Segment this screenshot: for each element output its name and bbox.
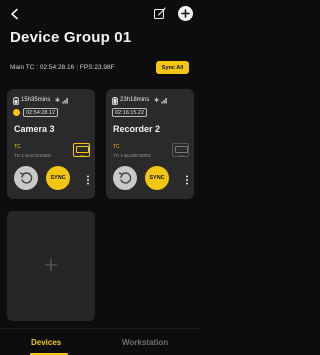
monitor-icon xyxy=(175,146,188,153)
device-card-recorder-2[interactable]: 23h18mins ✱ 02:16:15.22 Recorder 2 TC TC… xyxy=(106,89,194,199)
sync-button[interactable]: SYNC xyxy=(46,166,70,190)
main-timecode-row: Main TC : 02:54:28.16 | FPS:23.98F xyxy=(10,64,115,71)
tc-label: TC xyxy=(113,144,120,150)
timecode-source-icon xyxy=(13,109,20,116)
plus-icon xyxy=(44,258,58,272)
device-name: Recorder 2 xyxy=(113,124,161,134)
monitor-toggle[interactable]: NDI xyxy=(73,143,90,158)
reset-button[interactable] xyxy=(113,166,137,190)
battery-time: 23h18mins xyxy=(120,97,150,103)
device-serial: TC-1 Box/BC90ED xyxy=(113,153,151,158)
battery-icon xyxy=(13,97,19,105)
bluetooth-icon: ✱ xyxy=(55,98,61,104)
device-serial: TC-1 Box/3C60ED xyxy=(14,153,52,158)
battery-time: 15h35mins xyxy=(21,97,51,103)
bottom-tab-bar: Devices Workstation xyxy=(0,328,200,355)
add-button[interactable] xyxy=(178,6,193,21)
device-name: Camera 3 xyxy=(14,124,55,134)
tc-label: TC xyxy=(14,144,21,150)
signal-icon xyxy=(62,98,68,104)
device-timecode: 02:16:15.22 xyxy=(112,108,148,117)
bluetooth-icon: ✱ xyxy=(154,98,160,104)
tab-devices[interactable]: Devices xyxy=(31,338,61,347)
reset-button[interactable] xyxy=(14,166,38,190)
tab-workstation[interactable]: Workstation xyxy=(122,338,168,347)
reset-icon xyxy=(118,172,132,184)
fps-value: 23.98F xyxy=(94,64,115,71)
monitor-label: NDI xyxy=(178,154,185,158)
sync-button[interactable]: SYNC xyxy=(145,166,169,190)
main-tc-label: Main TC xyxy=(10,64,35,71)
device-card-camera-3[interactable]: 15h35mins ✱ 02:54:28.12 Camera 3 TC TC-1… xyxy=(7,89,95,199)
reset-icon xyxy=(19,172,33,184)
plus-icon xyxy=(181,9,190,18)
signal-icon xyxy=(161,98,167,104)
add-device-card[interactable] xyxy=(7,211,95,321)
back-arrow-icon[interactable] xyxy=(9,8,21,20)
monitor-label: NDI xyxy=(79,154,86,158)
monitor-icon xyxy=(76,146,89,153)
fps-label: FPS xyxy=(79,64,93,71)
edit-icon[interactable] xyxy=(153,7,166,20)
top-bar xyxy=(0,0,200,28)
device-timecode: 02:54:28.12 xyxy=(23,108,59,117)
more-options-icon[interactable] xyxy=(85,175,91,185)
sync-all-button[interactable]: Sync All xyxy=(156,61,189,74)
battery-icon xyxy=(112,97,118,105)
more-options-icon[interactable] xyxy=(184,175,190,185)
monitor-toggle[interactable]: NDI xyxy=(172,143,189,158)
page-title: Device Group 01 xyxy=(10,29,132,46)
main-tc-value: 02:54:28.16 xyxy=(39,64,75,71)
